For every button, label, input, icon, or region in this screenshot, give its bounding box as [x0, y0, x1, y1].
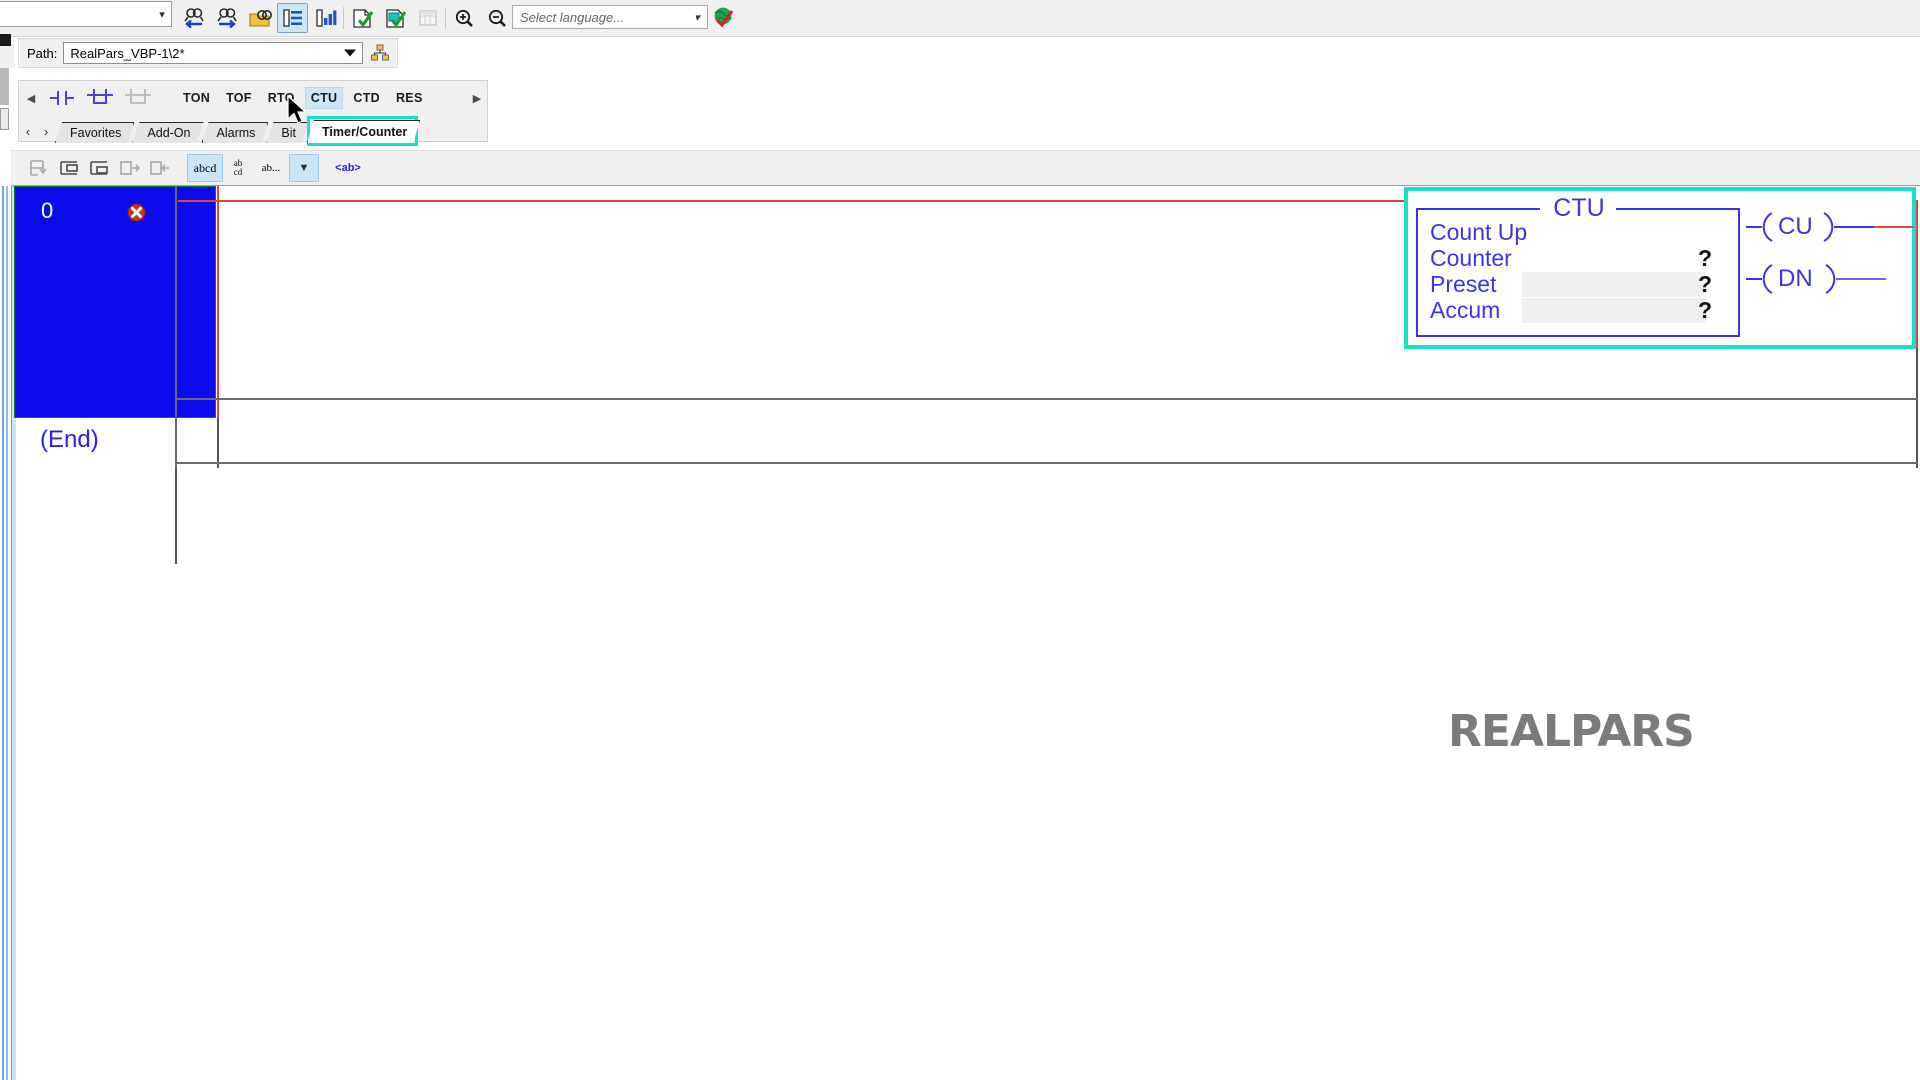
instruction-row: ◀ TON TOF RTO CTU CTD RES ▶ — [19, 81, 489, 115]
ctu-frame-top-right — [1616, 208, 1740, 210]
path-input[interactable]: RealPars_VBP-1\2* — [63, 42, 363, 64]
branch-extend-right-icon[interactable] — [145, 154, 175, 182]
chevron-down-icon[interactable]: ▾ — [688, 6, 706, 28]
rung-0-bottom-edge — [175, 398, 1918, 400]
new-branch-level-icon[interactable] — [85, 154, 115, 182]
tab-next-icon[interactable]: › — [37, 119, 55, 143]
who-active-icon[interactable] — [367, 41, 393, 65]
ladder-gutter-line-inner — [6, 186, 8, 1080]
zoom-out-icon[interactable] — [481, 3, 512, 33]
language-select[interactable]: Select language... ▾ — [512, 5, 708, 29]
top-toolbar-icon-group — [178, 3, 512, 33]
new-rung-icon[interactable] — [25, 154, 55, 182]
find-in-files-icon[interactable] — [244, 3, 275, 33]
ctu-operand-label-preset: Preset — [1430, 271, 1497, 297]
branch-extend-left-icon[interactable] — [115, 154, 145, 182]
scroll-right-arrow-icon[interactable]: ▶ — [465, 83, 489, 113]
path-bar-dark-stub — [0, 34, 11, 46]
ab-ellipsis-icon[interactable]: ab... — [253, 154, 289, 182]
instruction-ctu[interactable]: CTU — [304, 87, 344, 109]
ctu-subtitle: Count Up — [1430, 219, 1528, 245]
instruction-rto[interactable]: RTO — [262, 87, 301, 109]
language-selector-group: Select language... ▾ — [512, 3, 742, 31]
end-rung-wire — [175, 462, 1918, 464]
ab-ellipsis-label: ab... — [261, 162, 281, 174]
tab-bit[interactable]: Bit — [266, 122, 309, 143]
ctu-output-dn-label: DN — [1778, 265, 1813, 292]
ladder-gutter-line-outer — [2, 186, 4, 1080]
abcd-toggle-label: abcd — [193, 160, 217, 175]
new-branch-icon[interactable] — [55, 154, 85, 182]
instruction-tab-row: ‹ › Favorites Add-On Alarms Bit Timer/Co… — [19, 115, 489, 146]
browse-logic-icon[interactable] — [277, 3, 308, 33]
toolbar-separator — [343, 7, 344, 29]
realpars-watermark: REALPARS — [1448, 706, 1695, 757]
rung-left-rail-red — [217, 186, 219, 418]
ctu-operand-field-accum[interactable] — [1522, 298, 1706, 323]
ctu-operand-label-accum: Accum — [1430, 297, 1501, 323]
tag-description-label: <ab> — [335, 162, 361, 174]
dropdown-caret-icon[interactable]: ▼ — [289, 154, 319, 182]
zoom-in-icon[interactable] — [448, 3, 479, 33]
rung-0-selection[interactable]: 0 — [14, 186, 216, 418]
output-energize-coil-icon[interactable] — [119, 83, 157, 113]
ab-cd-stack-icon[interactable]: ab cd — [223, 154, 253, 182]
abcd-toggle-icon[interactable]: abcd — [187, 154, 223, 182]
app-window: ▾ Select language... ▾ Path: RealPars_VB… — [0, 0, 1920, 1080]
instruction-tof[interactable]: TOF — [220, 87, 258, 109]
find-next-icon[interactable] — [211, 3, 242, 33]
end-label: (End) — [40, 426, 99, 453]
ctu-frame-top-left — [1416, 208, 1540, 210]
ctu-output-cu-label: CU — [1778, 213, 1813, 240]
chevron-down-icon[interactable]: ▾ — [153, 2, 171, 26]
grid-icon[interactable] — [412, 3, 443, 33]
language-select-value: Select language... — [520, 9, 625, 25]
left-edge-small-box — [0, 108, 9, 130]
find-previous-icon[interactable] — [178, 3, 209, 33]
ctu-operand-label-counter: Counter — [1430, 245, 1512, 271]
tab-add-on[interactable]: Add-On — [132, 122, 203, 143]
tag-description-icon[interactable]: <ab> — [329, 154, 367, 182]
tab-favorites[interactable]: Favorites — [55, 122, 134, 143]
ctu-output-cu[interactable]: CU — [1746, 210, 1914, 244]
rung-0-wire — [178, 200, 1418, 202]
end-rung-rail — [175, 468, 177, 564]
ctu-operand-field-preset[interactable] — [1522, 272, 1706, 297]
ctu-operand-value-preset[interactable]: ? — [1698, 271, 1712, 297]
ctu-operand-value-counter[interactable]: ? — [1698, 245, 1712, 271]
verify-controller-icon[interactable] — [379, 3, 410, 33]
ladder-right-rail-gray — [1916, 348, 1918, 468]
tab-timer-counter-wrapper: Timer/Counter — [307, 116, 420, 146]
top-toolbar: ▾ Select language... ▾ — [0, 0, 1920, 37]
path-bar: Path: RealPars_VBP-1\2* — [18, 38, 398, 68]
scroll-left-arrow-icon[interactable]: ◀ — [19, 83, 43, 113]
ctu-instruction-block[interactable]: CTU Count Up Counter ? Preset ? Accum ? … — [1416, 194, 1914, 340]
tab-timer-counter[interactable]: Timer/Counter — [307, 120, 420, 143]
instruction-toolbox: ◀ TON TOF RTO CTU CTD RES ▶ ‹ › Favorite… — [18, 80, 489, 146]
chevron-down-icon[interactable] — [344, 49, 356, 57]
instruction-ton[interactable]: TON — [177, 87, 216, 109]
ctu-title: CTU — [1553, 194, 1605, 222]
globe-icon[interactable] — [708, 4, 738, 30]
rung-left-rail-gray — [217, 418, 219, 468]
ctu-output-dn[interactable]: DN — [1746, 262, 1886, 296]
verify-component-icon[interactable] — [346, 3, 377, 33]
browse-tags-icon[interactable] — [310, 3, 341, 33]
ctu-operand-value-accum[interactable]: ? — [1698, 297, 1712, 323]
ladder-main-rail — [175, 186, 177, 468]
tab-prev-icon[interactable]: ‹ — [19, 119, 37, 143]
instruction-res[interactable]: RES — [390, 87, 429, 109]
search-combo[interactable]: ▾ — [0, 1, 172, 27]
instruction-ctd[interactable]: CTD — [347, 87, 386, 109]
examine-off-contact-icon[interactable] — [81, 83, 119, 113]
examine-on-contact-icon[interactable] — [43, 83, 81, 113]
path-input-value: RealPars_VBP-1\2* — [70, 45, 185, 61]
tab-alarms[interactable]: Alarms — [202, 122, 269, 143]
path-label: Path: — [27, 45, 58, 61]
ladder-right-rail-red — [1916, 200, 1918, 348]
toolbar-separator-2 — [445, 7, 446, 29]
rung-number: 0 — [41, 198, 54, 223]
rung-error-icon — [127, 203, 146, 222]
ladder-edit-toolbar: abcd ab cd ab... ▼ <ab> — [11, 150, 1920, 186]
